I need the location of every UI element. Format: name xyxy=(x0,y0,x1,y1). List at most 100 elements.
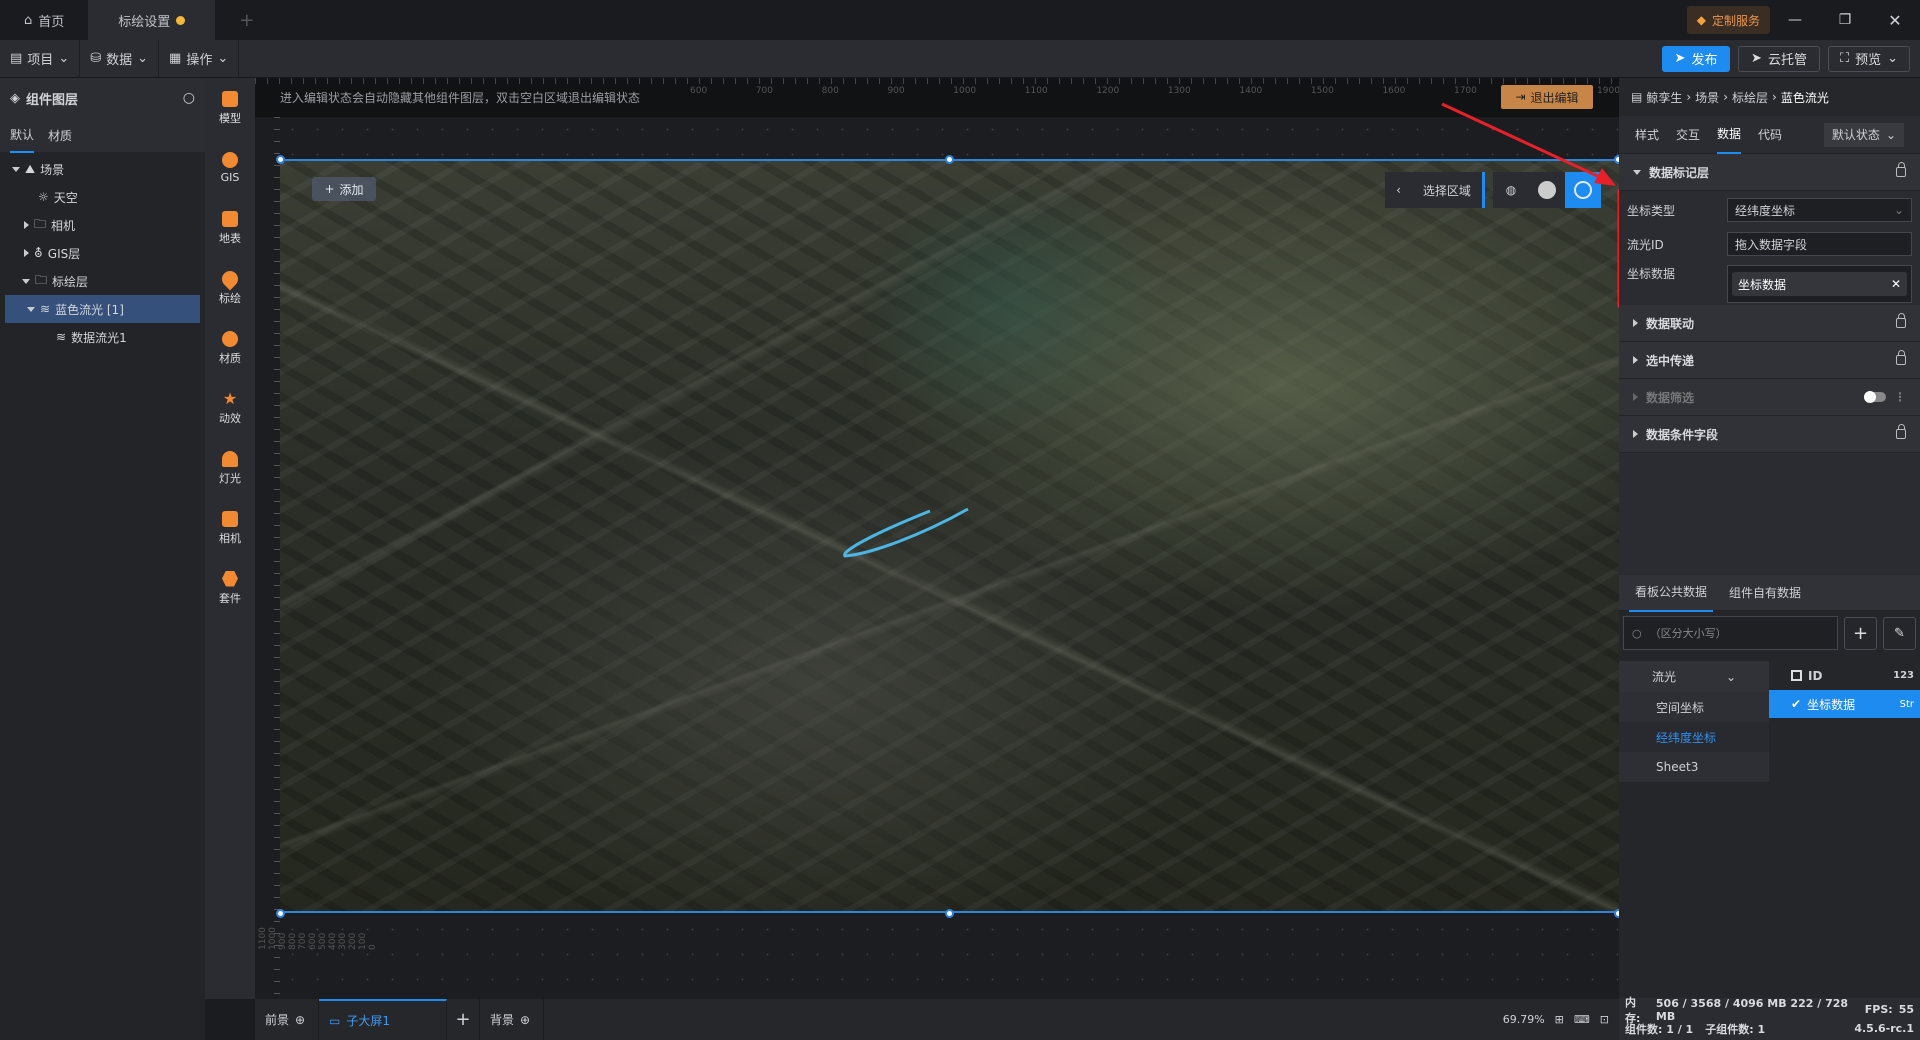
add-button[interactable]: + 添加 xyxy=(312,177,376,201)
caret-down-icon xyxy=(12,166,20,172)
menu-operation[interactable]: ▦ 操作 ⌄ xyxy=(159,39,240,78)
globe-mode-button[interactable]: ◍ xyxy=(1493,172,1529,208)
component-icon-bar: 模型 GIS 地表 标绘 材质 ★ 动效 灯光 相机 套件 xyxy=(205,78,255,999)
source-item[interactable]: Sheet3 xyxy=(1619,752,1769,782)
terminal-icon[interactable]: ⊡ xyxy=(1600,1013,1609,1026)
menu-data[interactable]: ⛁ 数据 ⌄ xyxy=(80,39,160,78)
fit-icon[interactable]: ⊞ xyxy=(1555,1013,1564,1026)
minimize-button[interactable]: — xyxy=(1770,12,1820,28)
zoom-level[interactable]: 69.79% xyxy=(1503,1013,1545,1026)
source-item-active[interactable]: 经纬度坐标 xyxy=(1619,722,1769,752)
preview-button[interactable]: ⛶ 预览 ⌄ xyxy=(1828,45,1910,72)
search-input[interactable]: ○ （区分大小写） xyxy=(1623,616,1838,650)
icon-material[interactable]: 材质 xyxy=(205,318,255,378)
lock-icon[interactable] xyxy=(1896,313,1906,328)
chevron-left-icon: ‹ xyxy=(1396,183,1401,197)
material-icon xyxy=(222,330,238,347)
ruler-tick-label: 1600 xyxy=(1382,86,1406,96)
section-data-filter[interactable]: 数据筛选 ⋮ xyxy=(1619,379,1920,416)
section-data-linkage[interactable]: 数据联动 xyxy=(1619,305,1920,342)
cloud-host-button[interactable]: ➤ 云托管 xyxy=(1738,45,1820,72)
close-button[interactable]: ✕ xyxy=(1870,11,1920,30)
tab-style[interactable]: 样式 xyxy=(1635,126,1659,143)
orbit-mode-button[interactable] xyxy=(1565,172,1601,208)
tree-item-blue-flow[interactable]: ≋ 蓝色流光 [1] xyxy=(5,295,200,323)
tab-data[interactable]: 数据 xyxy=(1717,115,1742,154)
icon-kit[interactable]: 套件 xyxy=(205,558,255,618)
icon-terrain[interactable]: 地表 xyxy=(205,198,255,258)
tree-item-scene[interactable]: ⛰ 场景 xyxy=(0,155,205,183)
tree-item-sky[interactable]: ☼ 天空 xyxy=(0,183,205,211)
doc-icon: ▤ xyxy=(1631,90,1643,104)
checkbox-icon[interactable] xyxy=(1791,670,1802,681)
custom-service-button[interactable]: ◆ 定制服务 xyxy=(1686,6,1770,34)
tab-component-own-data[interactable]: 组件自有数据 xyxy=(1729,584,1801,601)
tree-item-camera[interactable]: 🗀 相机 xyxy=(0,211,205,239)
field-row[interactable]: ID 123 xyxy=(1769,661,1920,690)
tree-item-data-flow[interactable]: ≋ 数据流光1 xyxy=(0,323,205,351)
tab-foreground[interactable]: 前景 ⊕ xyxy=(255,999,319,1040)
add-screen-button[interactable]: + xyxy=(447,999,480,1040)
tab-home[interactable]: ⌂ 首页 xyxy=(0,0,88,40)
close-icon[interactable]: ✕ xyxy=(1891,277,1901,291)
tab-material[interactable]: 材质 xyxy=(48,127,72,144)
home-icon: ⌂ xyxy=(24,12,33,28)
icon-light[interactable]: 灯光 xyxy=(205,438,255,498)
icon-plot[interactable]: 标绘 xyxy=(205,258,255,318)
lock-icon[interactable] xyxy=(1896,424,1906,439)
tab-sub-screen[interactable]: ▭ 子大屏1 xyxy=(319,999,447,1040)
icon-effect[interactable]: ★ 动效 xyxy=(205,378,255,438)
publish-button[interactable]: ➤ 发布 xyxy=(1662,45,1730,72)
select-area-button[interactable]: ‹ 选择区域 xyxy=(1385,172,1485,208)
exit-edit-button[interactable]: ⇥ 退出编辑 xyxy=(1501,85,1593,109)
field-row-selected[interactable]: ✔ 坐标数据 Str xyxy=(1769,690,1920,718)
add-data-button[interactable]: + xyxy=(1844,616,1877,650)
edit-icon: ✎ xyxy=(1894,625,1905,641)
tab-code[interactable]: 代码 xyxy=(1758,126,1782,143)
section-selection-pass[interactable]: 选中传递 xyxy=(1619,342,1920,379)
resize-handle[interactable] xyxy=(945,155,954,164)
section-data-marker-layer[interactable]: 数据标记层 xyxy=(1619,154,1920,191)
layer-panel: ◈ 组件图层 ○ 默认 材质 ⛰ 场景 ☼ 天空 🗀 相机 ⛢ GIS层 🗀 标绘层 ≋ 蓝色流光… xyxy=(0,78,205,1040)
lock-icon[interactable] xyxy=(1896,350,1906,365)
resize-handle[interactable] xyxy=(276,155,285,164)
restore-button[interactable]: ❐ xyxy=(1820,12,1870,28)
star-icon: ★ xyxy=(222,388,238,408)
coord-data-dropzone[interactable]: 坐标数据 ✕ xyxy=(1727,265,1912,303)
tab-plot-settings[interactable]: 标绘设置 xyxy=(88,0,216,40)
search-icon[interactable]: ○ xyxy=(183,90,195,106)
tree-item-gis[interactable]: ⛢ GIS层 xyxy=(0,239,205,267)
filter-toggle[interactable] xyxy=(1864,391,1886,403)
tree-item-plot-layer[interactable]: 🗀 标绘层 xyxy=(0,267,205,295)
keyboard-icon[interactable]: ⌨ xyxy=(1574,1013,1590,1026)
new-tab-button[interactable]: + xyxy=(215,0,278,40)
coord-type-select[interactable]: 经纬度坐标 ⌄ xyxy=(1727,198,1912,222)
section-condition-fields[interactable]: 数据条件字段 xyxy=(1619,416,1920,453)
circle-mode-button[interactable] xyxy=(1529,172,1565,208)
add-circle-icon[interactable]: ⊕ xyxy=(295,1013,305,1027)
tab-board-public-data[interactable]: 看板公共数据 xyxy=(1629,573,1714,612)
add-circle-icon[interactable]: ⊕ xyxy=(520,1013,530,1027)
icon-camera[interactable]: 相机 xyxy=(205,498,255,558)
caret-right-icon xyxy=(24,249,29,257)
check-icon[interactable]: ✔ xyxy=(1791,697,1801,711)
state-select[interactable]: 默认状态 ⌄ xyxy=(1823,122,1904,147)
lock-icon[interactable] xyxy=(1896,162,1906,177)
resize-handle[interactable] xyxy=(276,909,285,918)
tab-interaction[interactable]: 交互 xyxy=(1676,126,1700,143)
tab-default[interactable]: 默认 xyxy=(10,118,35,153)
icon-model[interactable]: 模型 xyxy=(205,78,255,138)
caret-right-icon xyxy=(1633,393,1638,401)
chevron-down-icon: ⌄ xyxy=(217,51,229,66)
more-icon[interactable]: ⋮ xyxy=(1894,390,1906,404)
icon-gis[interactable]: GIS xyxy=(205,138,255,198)
3d-map-view[interactable] xyxy=(280,159,1619,913)
flow-id-dropzone[interactable]: 拖入数据字段 xyxy=(1727,232,1912,256)
source-item[interactable]: 空间坐标 xyxy=(1619,692,1769,722)
tab-background[interactable]: 背景 ⊕ xyxy=(480,999,544,1040)
chevron-down-icon: ⌄ xyxy=(58,51,70,66)
menu-project[interactable]: ▤ 项目 ⌄ xyxy=(0,39,81,78)
edit-data-button[interactable]: ✎ xyxy=(1883,616,1916,650)
resize-handle[interactable] xyxy=(945,909,954,918)
source-group-select[interactable]: 流光 ⌄ xyxy=(1619,661,1769,692)
